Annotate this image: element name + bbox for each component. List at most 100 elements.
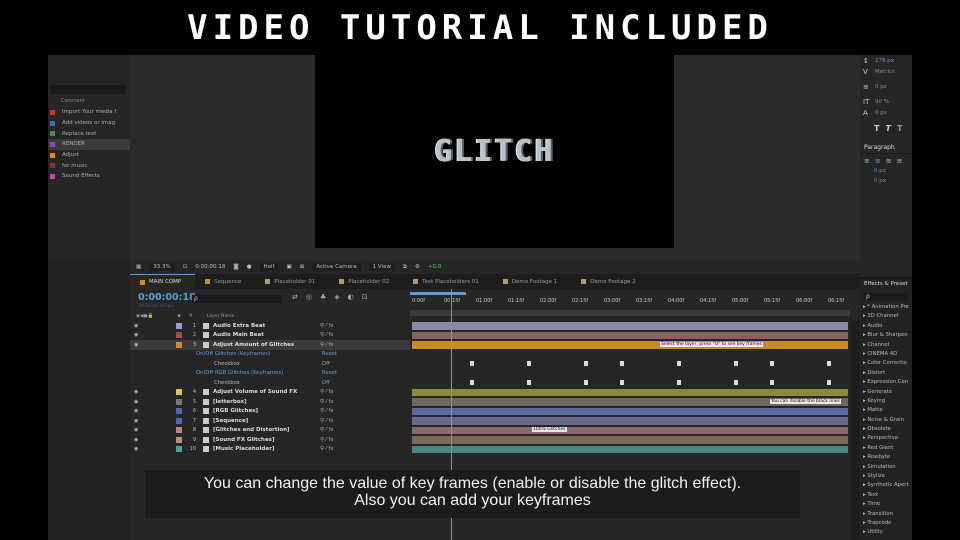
effect-category[interactable]: ▸ Color Correctio — [860, 360, 912, 369]
layer-name[interactable]: [letterbox] — [213, 399, 247, 405]
effects-search-input[interactable]: ρ — [864, 293, 908, 301]
layer-name[interactable]: Adjust Amount of Glitches — [213, 342, 294, 348]
settings-icon[interactable]: ⚙ — [415, 264, 420, 270]
layer-switches[interactable]: ⚲ ⁄ fx — [320, 332, 334, 338]
layer-duration-bar[interactable] — [412, 331, 848, 339]
keyframe[interactable] — [584, 380, 588, 385]
layer-label-swatch[interactable] — [176, 398, 182, 405]
project-item[interactable]: for music — [48, 160, 130, 171]
layer-row[interactable]: ◉ 6 [RGB Glitches] ⚲ ⁄ fx — [130, 407, 410, 417]
layer-duration-bar[interactable] — [412, 322, 848, 330]
keyframe[interactable] — [470, 380, 474, 385]
justify-icon[interactable]: ≡ — [897, 157, 903, 165]
effect-category[interactable]: ▸ Channel — [860, 342, 912, 351]
visibility-eye-icon[interactable]: ◉ — [130, 389, 138, 395]
keyframe[interactable] — [734, 361, 738, 366]
layer-duration-bar[interactable] — [412, 417, 848, 425]
effect-category[interactable]: ▸ Perspective — [860, 435, 912, 444]
effect-category[interactable]: ▸ Expression Con — [860, 379, 912, 388]
effect-category[interactable]: ▸ Trapcode — [860, 520, 912, 529]
roi-icon[interactable]: ▣ — [287, 264, 292, 270]
layer-row[interactable]: ◉ 4 Adjust Volume of Sound FX ⚲ ⁄ fx — [130, 388, 410, 398]
keyframe[interactable] — [827, 380, 831, 385]
baseline-row[interactable]: A0 px — [860, 107, 912, 118]
layer-switches[interactable]: ⚲ ⁄ fx — [320, 437, 334, 443]
effect-category[interactable]: ▸ * Animation Pre — [860, 304, 912, 313]
layer-name[interactable]: Audio Extra Beat — [213, 323, 265, 329]
layer-label-swatch[interactable] — [176, 408, 182, 415]
effect-category[interactable]: ▸ Audio — [860, 323, 912, 332]
project-item[interactable]: Sound Effects — [48, 171, 130, 182]
layer-duration-bar[interactable] — [412, 445, 848, 453]
effect-category[interactable]: ▸ Matte — [860, 407, 912, 416]
keyframe[interactable] — [677, 380, 681, 385]
layer-duration-bar[interactable] — [412, 341, 848, 349]
indent-first-value[interactable]: 0 px — [860, 178, 912, 188]
transparency-icon[interactable]: ⊠ — [300, 264, 305, 270]
layer-name[interactable]: Audio Main Beat — [213, 332, 264, 338]
layer-label-swatch[interactable] — [176, 436, 182, 443]
timeline-switch-icons[interactable]: ⇄◎♣◈◐⊡ — [292, 293, 376, 301]
resolution-select[interactable]: Half — [259, 263, 279, 271]
keyframe[interactable] — [770, 380, 774, 385]
visibility-eye-icon[interactable]: ◉ — [130, 446, 138, 452]
align-center-icon[interactable]: ≡ — [875, 157, 881, 165]
visibility-eye-icon[interactable]: ◉ — [130, 342, 138, 348]
layer-duration-bar[interactable] — [412, 426, 848, 434]
effect-category[interactable]: ▸ Rowbyte — [860, 454, 912, 463]
crop-icon[interactable]: ⊡ — [183, 264, 188, 270]
visibility-eye-icon[interactable]: ◉ — [130, 427, 138, 433]
layer-label-swatch[interactable] — [176, 427, 182, 434]
timeline-search-input[interactable]: ρ — [192, 295, 282, 303]
effect-category[interactable]: ▸ Distort — [860, 370, 912, 379]
property-value[interactable]: Off — [322, 361, 330, 367]
keyframe[interactable] — [584, 361, 588, 366]
property-value[interactable]: Reset — [322, 351, 337, 357]
effect-category[interactable]: ▸ Stylize — [860, 473, 912, 482]
layer-row[interactable]: ◉ 9 [Sound FX Glitches] ⚲ ⁄ fx — [130, 435, 410, 445]
italic-button[interactable]: T — [885, 124, 890, 136]
layer-row[interactable]: ◉ 2 Audio Main Beat ⚲ ⁄ fx — [130, 331, 410, 341]
layer-switches[interactable]: ⚲ ⁄ fx — [320, 446, 334, 452]
exposure-value[interactable]: +0.0 — [428, 264, 441, 270]
visibility-eye-icon[interactable]: ◉ — [130, 437, 138, 443]
timeline-timecode[interactable]: 0:00:00:18 — [138, 292, 196, 303]
property-name[interactable]: Checkbox — [214, 380, 240, 386]
time-ruler[interactable]: 0:00f 00:15f 01:00f 01:15f 02:00f 02:15f 03:00… — [410, 289, 860, 321]
tab-comp[interactable]: Placeholder 01 — [255, 274, 329, 289]
visibility-eye-icon[interactable]: ◉ — [130, 418, 138, 424]
layer-switches[interactable]: ⚲ ⁄ fx — [320, 408, 334, 414]
composition-canvas[interactable]: GLITCH — [315, 55, 674, 248]
effect-category[interactable]: ▸ Utility — [860, 529, 912, 538]
layer-name[interactable]: [Music Placeholder] — [213, 446, 274, 452]
property-row[interactable]: On/Off Glitches (Keyframes) Reset — [130, 350, 410, 360]
effect-category[interactable]: ▸ Time — [860, 501, 912, 510]
tab-comp[interactable]: Demo Footage 2 — [571, 274, 649, 289]
stroke-row[interactable]: ≡ 0 px — [860, 81, 912, 92]
effect-category[interactable]: ▸ Synthetic Apert — [860, 482, 912, 491]
zoom-select[interactable]: 33.3% — [149, 263, 175, 271]
property-group-name[interactable]: On/Off Glitches (Keyframes) — [196, 351, 270, 357]
layer-name[interactable]: Adjust Volume of Sound FX — [213, 389, 297, 395]
layer-name[interactable]: [Glitches and Distortion] — [213, 427, 290, 433]
project-item[interactable]: Add videos or imag — [48, 118, 130, 129]
tab-comp[interactable]: Sequence — [195, 274, 255, 289]
effect-category[interactable]: ▸ Text — [860, 492, 912, 501]
layer-switches[interactable]: ⚲ ⁄ fx — [320, 342, 334, 348]
effect-category[interactable]: ▸ Red Giant — [860, 445, 912, 454]
property-row[interactable]: On/Off RGB Glitches (Keyframes) Reset — [130, 369, 410, 379]
property-row[interactable]: Checkbox Off — [130, 359, 410, 369]
layer-row[interactable]: ◉ 10 [Music Placeholder] ⚲ ⁄ fx — [130, 445, 410, 455]
effect-category[interactable]: ▸ 3D Channel — [860, 313, 912, 322]
allcaps-button[interactable]: T — [897, 124, 902, 136]
keyframe[interactable] — [620, 380, 624, 385]
keyframe[interactable] — [734, 380, 738, 385]
project-item[interactable]: Replace text — [48, 128, 130, 139]
timeline-scrollbar[interactable] — [850, 321, 860, 540]
tab-comp[interactable]: Demo Footage 1 — [493, 274, 571, 289]
layer-switches[interactable]: ⚲ ⁄ fx — [320, 418, 334, 424]
effect-category[interactable]: ▸ Generate — [860, 389, 912, 398]
keyframe[interactable] — [770, 361, 774, 366]
layer-label-swatch[interactable] — [176, 389, 182, 396]
layer-label-swatch[interactable] — [176, 341, 182, 348]
